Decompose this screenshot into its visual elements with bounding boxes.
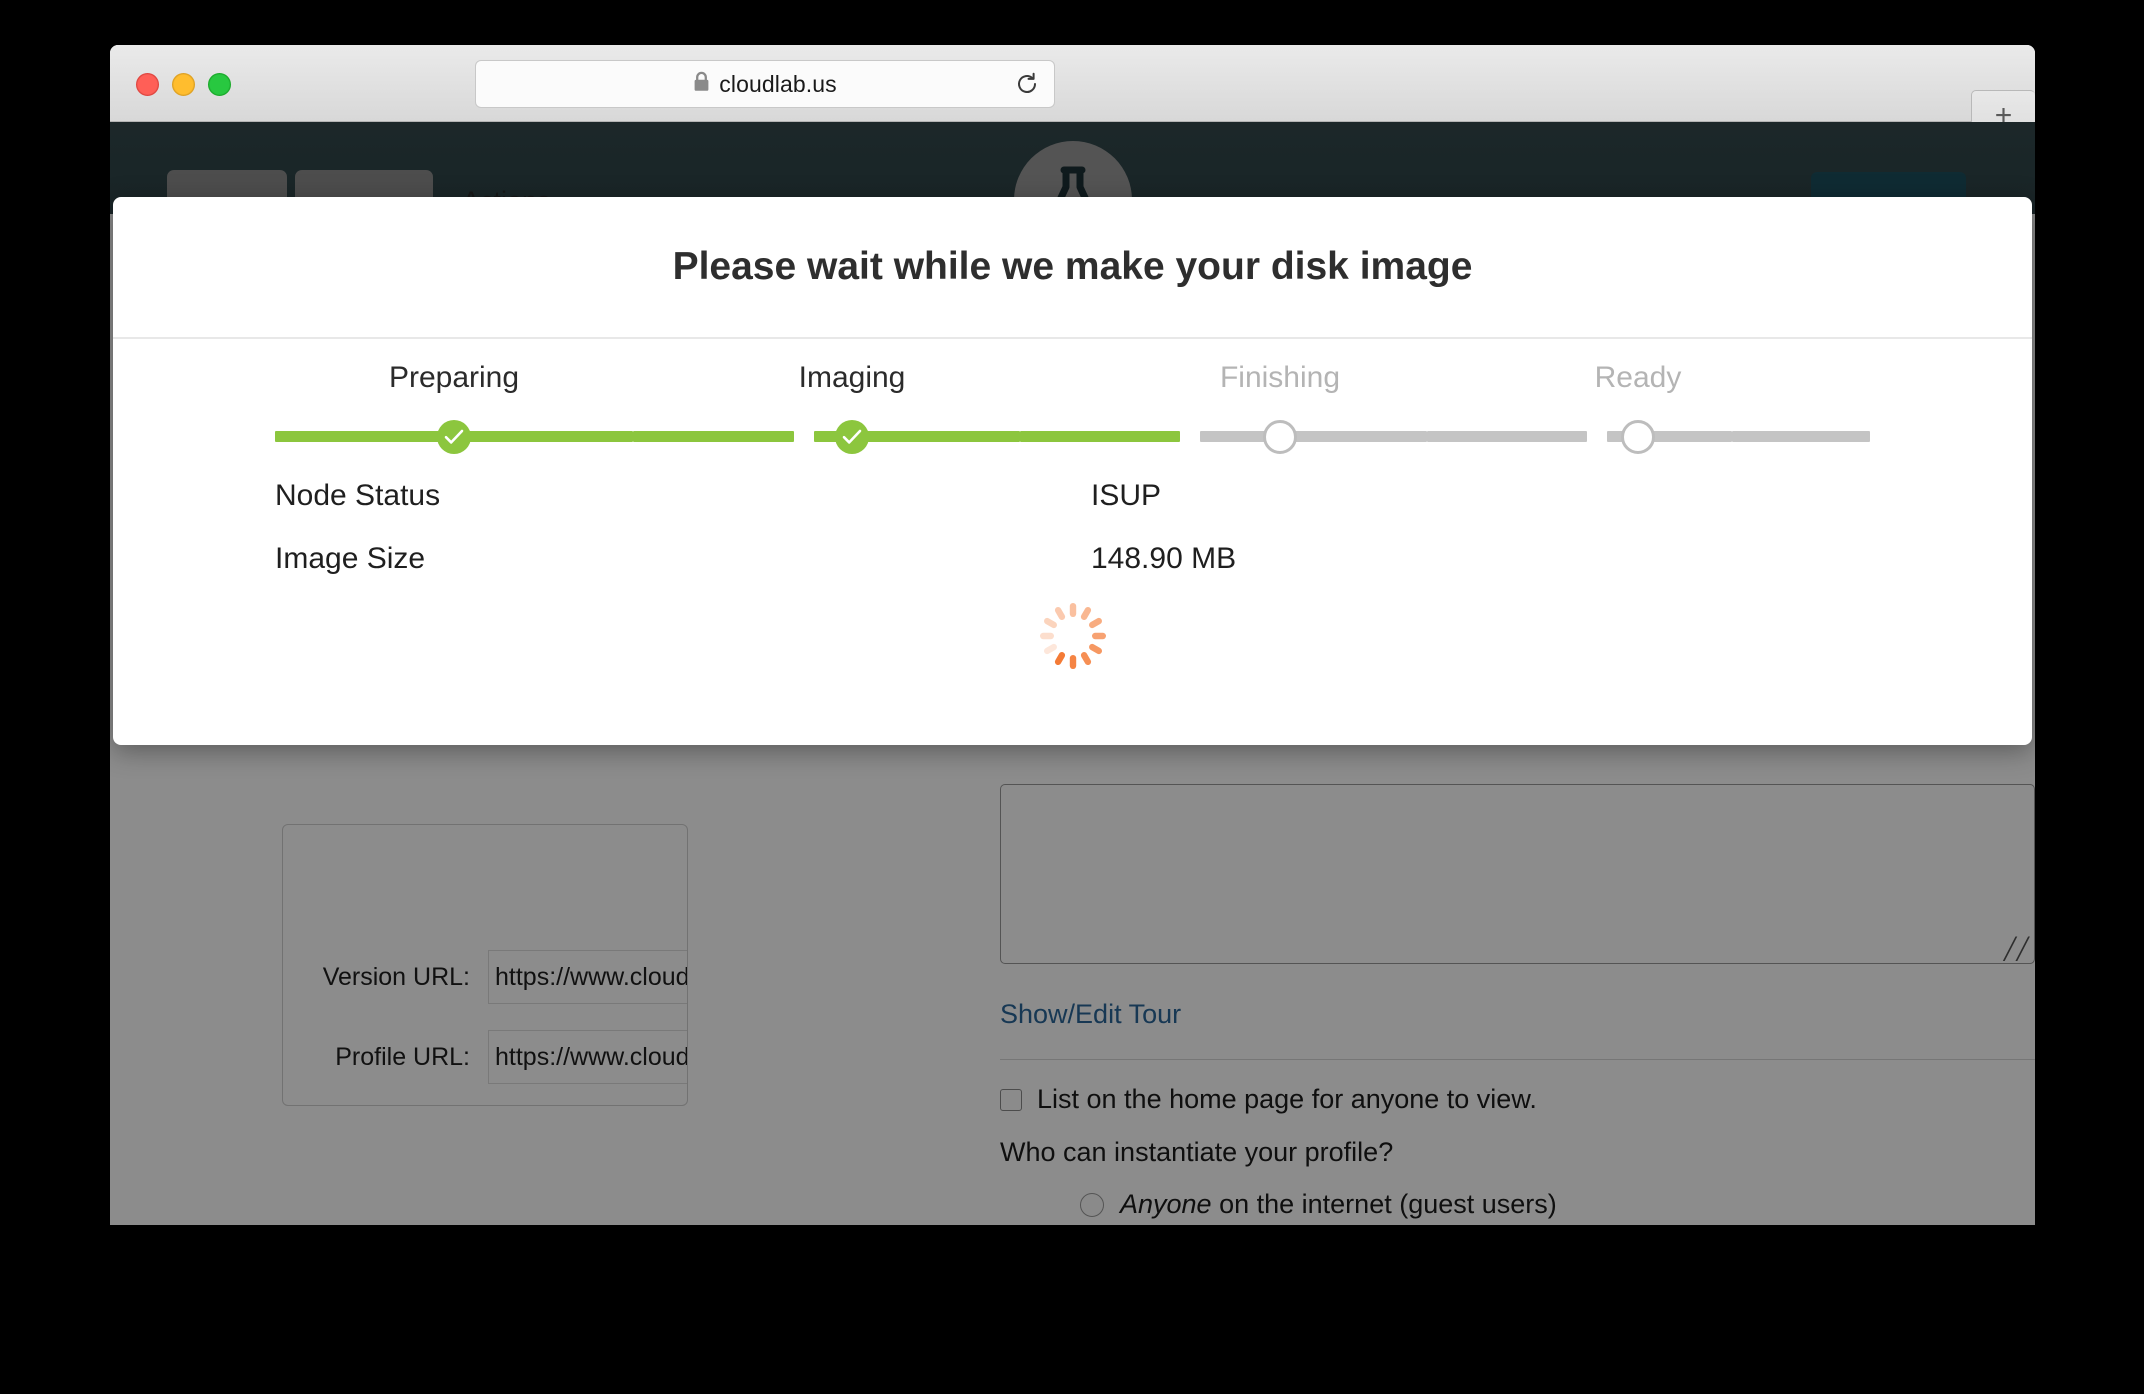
progress-steps: Preparing Imaging Finishing Ready [275, 361, 1870, 459]
list-on-home-page-label: List on the home page for anyone to view… [1037, 1084, 1537, 1114]
radio-anyone-input[interactable] [1080, 1192, 1104, 1217]
step-label-imaging: Imaging [798, 361, 906, 394]
radio-anyone-emphasis: Anyone [1120, 1189, 1212, 1219]
progress-step-labels: Preparing Imaging Finishing Ready [275, 361, 1870, 407]
progress-segment-4b [1732, 431, 1870, 442]
maximize-window-button[interactable] [208, 73, 231, 96]
traffic-lights [136, 73, 231, 96]
address-bar[interactable]: cloudlab.us [475, 60, 1055, 108]
show-edit-tour-link[interactable]: Show/Edit Tour [1000, 999, 1181, 1030]
progress-node-preparing [437, 420, 471, 454]
check-icon [842, 429, 862, 444]
profile-url-label: Profile URL: [335, 1042, 470, 1071]
step-label-ready: Ready [1594, 361, 1682, 394]
url-text: cloudlab.us [719, 70, 837, 97]
profile-info-panel: Version URL: https://www.cloud Profile U… [282, 824, 688, 1106]
version-url-label: Version URL: [322, 962, 470, 991]
progress-segment-3a [1200, 431, 1427, 442]
progress-track [275, 409, 1870, 459]
progress-node-imaging [835, 420, 869, 454]
progress-node-ready [1621, 420, 1655, 454]
radio-anyone-label: Anyone on the internet (guest users) [1120, 1189, 1557, 1220]
minimize-window-button[interactable] [172, 73, 195, 96]
resize-grip-icon[interactable]: ╱╱ [2004, 939, 2029, 960]
check-icon [444, 429, 464, 444]
modal-title: Please wait while we make your disk imag… [672, 245, 1473, 288]
step-label-finishing: Finishing [1219, 361, 1341, 394]
list-on-home-page-row[interactable]: List on the home page for anyone to view… [1000, 1084, 1537, 1115]
profile-url-value[interactable]: https://www.cloud [488, 1030, 687, 1084]
node-status-value: ISUP [1091, 479, 1162, 512]
version-url-value[interactable]: https://www.cloud [488, 950, 687, 1004]
loading-spinner-icon [1038, 601, 1108, 671]
step-label-preparing: Preparing [388, 361, 520, 394]
profile-url-row: Profile URL: https://www.cloud [283, 1030, 687, 1084]
close-window-button[interactable] [136, 73, 159, 96]
progress-segment-3b [1427, 431, 1587, 442]
modal-body: Preparing Imaging Finishing Ready Node S… [113, 339, 2032, 745]
progress-segment-1b [633, 431, 794, 442]
image-size-label: Image Size [275, 542, 426, 575]
progress-segment-2b [1020, 431, 1180, 442]
image-size-value: 148.90 MB [1091, 542, 1237, 575]
reload-icon[interactable] [1014, 71, 1040, 97]
screen: cloudlab.us + Actions [0, 0, 2144, 1394]
list-on-home-page-checkbox[interactable] [1000, 1088, 1022, 1111]
lock-icon [693, 71, 710, 97]
instantiate-question-label: Who can instantiate your profile? [1000, 1137, 1394, 1167]
radio-anyone-rest: on the internet (guest users) [1211, 1189, 1557, 1219]
version-url-row: Version URL: https://www.cloud [283, 950, 687, 1004]
node-status-label: Node Status [275, 479, 441, 512]
form-divider [1000, 1059, 2035, 1060]
modal-header: Please wait while we make your disk imag… [113, 197, 2032, 339]
disk-image-progress-modal: Please wait while we make your disk imag… [113, 197, 2032, 745]
browser-titlebar: cloudlab.us + [110, 45, 2035, 141]
description-textarea[interactable]: ╱╱ [1000, 784, 2035, 964]
radio-option-anyone[interactable]: Anyone on the internet (guest users) [1080, 1189, 1557, 1220]
progress-node-finishing [1263, 420, 1297, 454]
